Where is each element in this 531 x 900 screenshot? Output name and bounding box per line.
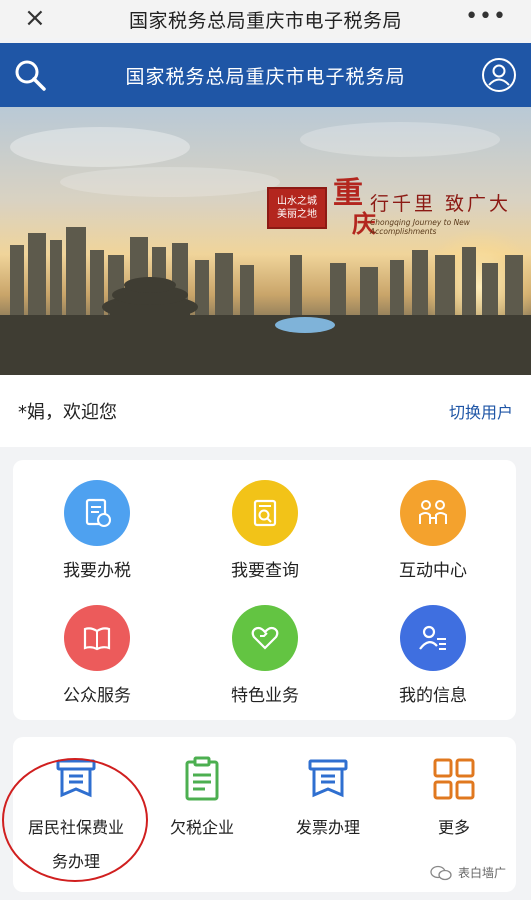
switch-user-link[interactable]: 切换用户: [449, 399, 513, 423]
clipboard-icon: [178, 755, 226, 803]
user-account-icon[interactable]: [481, 57, 517, 93]
function-label: 我要办税: [63, 561, 131, 581]
banner-slogan-english: Chongqing Journey to New Accomplishments: [370, 218, 470, 236]
app-header: 国家税务总局重庆市电子税务局: [0, 43, 531, 107]
quick-tax-arrears-enterprises[interactable]: 欠税企业: [139, 755, 265, 845]
function-label: 特色业务: [231, 686, 299, 706]
grid-icon: [430, 755, 478, 803]
quick-more[interactable]: 更多: [391, 755, 517, 845]
function-interaction-center[interactable]: 互动中心: [349, 480, 517, 581]
seal-line-2: 美丽之地: [277, 209, 317, 220]
watermark-text: 表白墙广: [458, 866, 507, 880]
document-icon: [64, 480, 130, 546]
close-icon[interactable]: ×: [24, 4, 46, 32]
search-doc-icon: [232, 480, 298, 546]
banner-slogan: 行千里 致广大: [370, 193, 512, 215]
people-icon: [400, 480, 466, 546]
heart-icon: [232, 605, 298, 671]
cloud-decoration: [10, 127, 190, 167]
invoice-icon: [304, 755, 352, 803]
cloud-decoration: [300, 122, 500, 157]
wechat-icon: [430, 865, 452, 880]
seal-line-1: 山水之城: [277, 196, 317, 207]
header-title: 国家税务总局重庆市电子税务局: [125, 65, 406, 88]
quick-label: 发票办理: [295, 818, 360, 837]
function-label: 公众服务: [63, 686, 131, 706]
window-title: 国家税务总局重庆市电子税务局: [128, 9, 402, 32]
function-my-info[interactable]: 我的信息: [349, 605, 517, 706]
chongqing-seal-logo: 山水之城 美丽之地: [267, 187, 327, 229]
wechat-title-bar: × 国家税务总局重庆市电子税务局 •••: [0, 0, 531, 38]
function-tax-handling[interactable]: 我要办税: [13, 480, 181, 581]
city-banner: 山水之城 美丽之地 重 庆 行千里 致广大 Chongqing Journey …: [0, 107, 531, 375]
function-public-service[interactable]: 公众服务: [13, 605, 181, 706]
more-options-icon[interactable]: •••: [465, 4, 507, 30]
function-label: 我要查询: [231, 561, 299, 581]
watermark: 表白墙广: [430, 864, 506, 881]
function-label: 我的信息: [399, 686, 467, 706]
user-info-icon: [400, 605, 466, 671]
main-functions-card: 我要办税 我要查询 互动中心 公众服务 特色业务 我的信息: [13, 460, 516, 720]
cloud-decoration: [60, 167, 280, 197]
quick-label: 欠税企业: [169, 818, 234, 837]
city-skyline: [0, 227, 531, 375]
quick-label: 更多: [437, 818, 470, 837]
highlight-circle-annotation: [2, 758, 148, 882]
welcome-text: *娟，欢迎您: [18, 402, 117, 423]
search-icon[interactable]: [12, 57, 48, 93]
function-label: 互动中心: [399, 561, 467, 581]
function-special-business[interactable]: 特色业务: [181, 605, 349, 706]
book-icon: [64, 605, 130, 671]
function-query[interactable]: 我要查询: [181, 480, 349, 581]
quick-invoice-handling[interactable]: 发票办理: [265, 755, 391, 845]
welcome-row: *娟，欢迎您 切换用户: [0, 375, 531, 447]
